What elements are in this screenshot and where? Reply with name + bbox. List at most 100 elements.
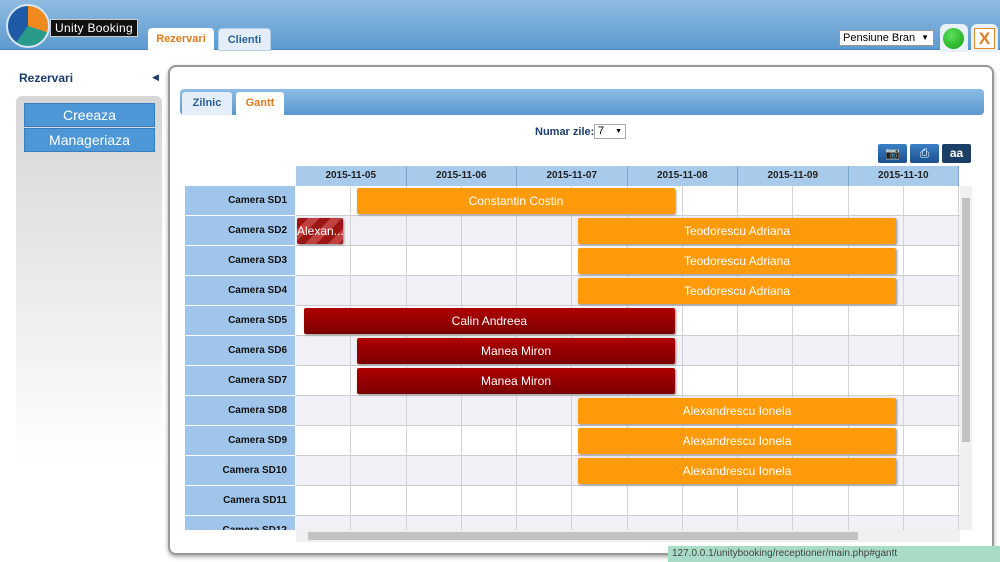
gantt-cell[interactable] — [462, 486, 517, 516]
booking-bar[interactable]: Teodorescu Adriana — [578, 218, 896, 244]
gantt-cell[interactable] — [296, 186, 352, 216]
gantt-cell[interactable] — [517, 216, 573, 246]
gantt-cell[interactable] — [904, 426, 959, 456]
gantt-cell[interactable] — [904, 486, 959, 516]
tab-rezervari[interactable]: Rezervari — [148, 28, 214, 51]
gantt-cell[interactable] — [849, 516, 904, 530]
scroll-thumb[interactable] — [308, 532, 858, 540]
gantt-cell[interactable] — [517, 486, 573, 516]
booking-bar[interactable]: Alexandrescu Ionela — [578, 398, 896, 424]
gantt-cell[interactable] — [296, 276, 352, 306]
gantt-cell[interactable] — [793, 306, 849, 336]
gantt-cell[interactable] — [351, 396, 407, 426]
gantt-cell[interactable] — [517, 246, 573, 276]
gantt-cell[interactable] — [738, 486, 794, 516]
gantt-cell[interactable] — [738, 366, 794, 396]
gantt-cell[interactable] — [793, 486, 849, 516]
gantt-cell[interactable] — [849, 306, 904, 336]
gantt-cell[interactable] — [683, 186, 738, 216]
gantt-cell[interactable] — [683, 366, 738, 396]
gantt-cell[interactable] — [351, 456, 407, 486]
booking-bar[interactable]: Calin Andreea — [304, 308, 675, 334]
gantt-cell[interactable] — [407, 276, 462, 306]
gantt-cell[interactable] — [849, 486, 904, 516]
gantt-cell[interactable] — [407, 396, 462, 426]
gantt-cell[interactable] — [462, 516, 517, 530]
booking-bar[interactable]: Manea Miron — [357, 368, 675, 394]
gantt-cell[interactable] — [904, 396, 959, 426]
gantt-cell[interactable] — [517, 276, 573, 306]
gantt-cell[interactable] — [904, 186, 959, 216]
gantt-cell[interactable] — [904, 246, 959, 276]
gantt-cell[interactable] — [462, 396, 517, 426]
gantt-cell[interactable] — [793, 336, 849, 366]
gantt-cell[interactable] — [351, 426, 407, 456]
gantt-cell[interactable] — [904, 276, 959, 306]
text-size-button[interactable]: aa — [942, 144, 971, 163]
gantt-cell[interactable] — [738, 306, 794, 336]
booking-bar[interactable]: Constantin Costin — [357, 188, 675, 214]
gantt-cell[interactable] — [351, 276, 407, 306]
gantt-cell[interactable] — [738, 336, 794, 366]
gantt-cell[interactable] — [296, 366, 352, 396]
logout-button[interactable]: X — [971, 24, 998, 52]
gantt-cell[interactable] — [407, 486, 462, 516]
gantt-cell[interactable] — [904, 366, 959, 396]
booking-bar[interactable]: Alexandrescu Ionela — [578, 458, 896, 484]
gantt-cell[interactable] — [517, 396, 573, 426]
scroll-thumb[interactable] — [962, 198, 970, 442]
gantt-cell[interactable] — [517, 456, 573, 486]
gantt-cell[interactable] — [407, 456, 462, 486]
gantt-cell[interactable] — [296, 336, 352, 366]
collapse-arrow-icon[interactable]: ◀ — [152, 72, 159, 83]
gantt-cell[interactable] — [351, 516, 407, 530]
booking-bar[interactable]: Alexan... — [297, 218, 344, 244]
status-indicator[interactable] — [940, 24, 968, 52]
gantt-cell[interactable] — [904, 216, 959, 246]
gantt-cell[interactable] — [628, 516, 683, 530]
gantt-cell[interactable] — [904, 306, 959, 336]
gantt-cell[interactable] — [351, 246, 407, 276]
gantt-cell[interactable] — [407, 216, 462, 246]
booking-bar[interactable]: Manea Miron — [357, 338, 675, 364]
gantt-cell[interactable] — [407, 426, 462, 456]
gantt-cell[interactable] — [738, 186, 794, 216]
gantt-cell[interactable] — [351, 216, 407, 246]
gantt-cell[interactable] — [462, 276, 517, 306]
gantt-cell[interactable] — [296, 246, 352, 276]
horizontal-scrollbar[interactable] — [296, 530, 960, 542]
booking-bar[interactable]: Alexandrescu Ionela — [578, 428, 896, 454]
gantt-cell[interactable] — [683, 486, 738, 516]
gantt-cell[interactable] — [793, 516, 849, 530]
gantt-cell[interactable] — [628, 486, 683, 516]
gantt-cell[interactable] — [849, 186, 904, 216]
gantt-cell[interactable] — [738, 516, 794, 530]
gantt-cell[interactable] — [793, 186, 849, 216]
camera-button[interactable]: 📷 — [878, 144, 907, 163]
gantt-cell[interactable] — [683, 306, 738, 336]
manageriaza-button[interactable]: Manageriaza — [24, 128, 155, 152]
gantt-cell[interactable] — [572, 486, 628, 516]
gantt-cell[interactable] — [517, 426, 573, 456]
gantt-cell[interactable] — [407, 246, 462, 276]
gantt-cell[interactable] — [572, 516, 628, 530]
gantt-cell[interactable] — [351, 486, 407, 516]
gantt-cell[interactable] — [683, 516, 738, 530]
gantt-cell[interactable] — [296, 396, 352, 426]
gantt-cell[interactable] — [462, 456, 517, 486]
booking-bar[interactable]: Teodorescu Adriana — [578, 248, 896, 274]
creeaza-button[interactable]: Creeaza — [24, 103, 155, 127]
gantt-cell[interactable] — [904, 516, 959, 530]
gantt-cell[interactable] — [904, 456, 959, 486]
gantt-cell[interactable] — [462, 426, 517, 456]
property-select[interactable]: Pensiune Bran ▼ — [839, 30, 934, 46]
gantt-cell[interactable] — [462, 216, 517, 246]
tab-clienti[interactable]: Clienti — [218, 28, 271, 51]
days-select[interactable]: 7 ▼ — [594, 124, 626, 139]
gantt-cell[interactable] — [296, 516, 352, 530]
gantt-cell[interactable] — [904, 336, 959, 366]
print-button[interactable]: ⎙ — [910, 144, 939, 163]
tab-gantt[interactable]: Gantt — [236, 92, 284, 115]
gantt-cell[interactable] — [793, 366, 849, 396]
gantt-cell[interactable] — [296, 456, 352, 486]
